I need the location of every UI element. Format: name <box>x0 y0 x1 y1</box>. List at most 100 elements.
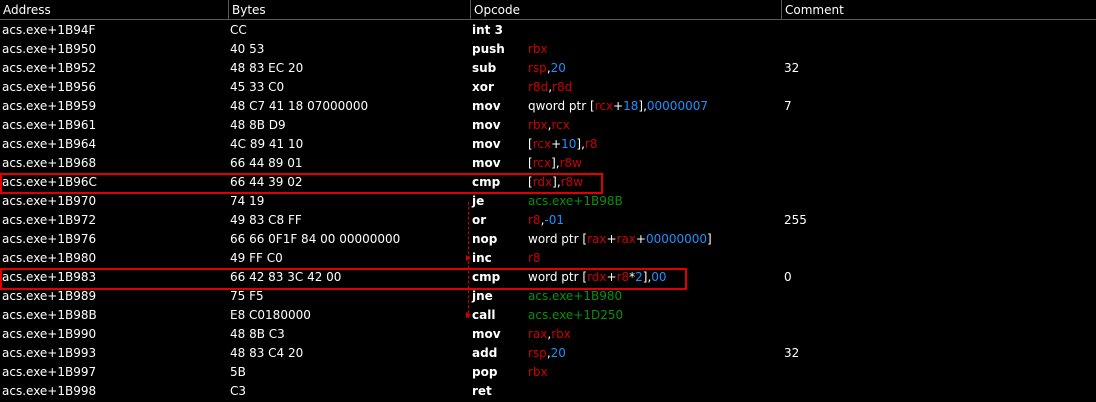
row-comment: 32 <box>784 346 800 360</box>
row-address: acs.exe+1B96C <box>2 175 97 189</box>
instruction-row[interactable]: acs.exe+1B993 48 83 C4 20 add rsp,20 32 <box>0 344 1096 363</box>
operand-reg: rax <box>528 327 548 341</box>
instruction-row[interactable]: acs.exe+1B998 C3 ret <box>0 382 1096 401</box>
row-bytes: 48 8B C3 <box>230 327 285 341</box>
operand-text: word ptr [ <box>528 232 588 246</box>
row-bytes: 48 8B D9 <box>230 118 286 132</box>
row-mnemonic: mov <box>472 137 501 151</box>
row-operands: rbx <box>528 363 548 382</box>
row-mnemonic: cmp <box>472 175 501 189</box>
row-mnemonic: mov <box>472 156 501 170</box>
row-operands: [rcx],r8w <box>528 154 582 173</box>
row-operands: [rcx+10],r8 <box>528 135 597 154</box>
instruction-row[interactable]: acs.exe+1B997 5B pop rbx <box>0 363 1096 382</box>
row-mnemonic: xor <box>472 80 494 94</box>
row-operands: acs.exe+1D250 <box>528 306 623 325</box>
row-mnemonic: call <box>472 308 496 322</box>
operand-reg: r8d <box>552 80 573 94</box>
operand-reg: rsp <box>528 346 547 360</box>
disassembler-view: Address Bytes Opcode Comment acs.exe+1B9… <box>0 0 1096 402</box>
row-bytes: C3 <box>230 384 247 398</box>
operand-reg: r8 <box>528 213 541 227</box>
instruction-row[interactable]: acs.exe+1B98B E8 C0180000 call acs.exe+1D25… <box>0 306 1096 325</box>
operand-num: 10 <box>561 137 577 151</box>
row-operands: acs.exe+1B98B <box>528 192 623 211</box>
row-address: acs.exe+1B968 <box>2 156 97 170</box>
row-operands: r8 <box>528 249 541 268</box>
operand-reg: rsp <box>528 61 547 75</box>
operand-text: + <box>613 99 624 113</box>
row-bytes: 48 C7 41 18 07000000 <box>230 99 369 113</box>
instruction-row[interactable]: acs.exe+1B950 40 53 push rbx <box>0 40 1096 59</box>
operand-reg: rbx <box>528 118 548 132</box>
row-bytes: E8 C0180000 <box>230 308 311 322</box>
instruction-row[interactable]: acs.exe+1B96C 66 44 39 02 cmp [rdx],r8w <box>0 173 1096 192</box>
row-address: acs.exe+1B983 <box>2 270 97 284</box>
operand-num: 20 <box>550 61 566 75</box>
jump-arrow-loop-target <box>466 255 471 261</box>
row-address: acs.exe+1B993 <box>2 346 97 360</box>
operand-text: ], <box>551 156 560 170</box>
row-bytes: 66 44 89 01 <box>230 156 303 170</box>
instruction-row[interactable]: acs.exe+1B972 49 83 C8 FF or r8,-01 255 <box>0 211 1096 230</box>
row-operands: rax,rbx <box>528 325 571 344</box>
row-address: acs.exe+1B972 <box>2 213 97 227</box>
operand-reg: r8 <box>528 251 541 265</box>
row-mnemonic: jne <box>472 289 493 303</box>
instruction-row[interactable]: acs.exe+1B980 49 FF C0 inc r8 <box>0 249 1096 268</box>
header-bytes[interactable]: Bytes <box>228 0 470 20</box>
row-bytes: 66 66 0F1F 84 00 00000000 <box>230 232 401 246</box>
instruction-row[interactable]: acs.exe+1B989 75 F5 jne acs.exe+1B980 <box>0 287 1096 306</box>
row-operands: [rdx],r8w <box>528 173 583 192</box>
operand-text: + <box>606 232 617 246</box>
instruction-row[interactable]: acs.exe+1B956 45 33 C0 xor r8d,r8d <box>0 78 1096 97</box>
row-bytes: 45 33 C0 <box>230 80 285 94</box>
instruction-row[interactable]: acs.exe+1B94F CC int 3 <box>0 21 1096 40</box>
row-bytes: 40 53 <box>230 42 265 56</box>
row-comment: 0 <box>784 270 792 284</box>
instruction-row[interactable]: acs.exe+1B952 48 83 EC 20 sub rsp,20 32 <box>0 59 1096 78</box>
operand-num: 20 <box>550 346 566 360</box>
row-bytes: 48 83 C4 20 <box>230 346 304 360</box>
instruction-row[interactable]: acs.exe+1B968 66 44 89 01 mov [rcx],r8w <box>0 154 1096 173</box>
row-mnemonic: cmp <box>472 270 501 284</box>
row-comment: 32 <box>784 61 800 75</box>
operand-reg: rax <box>587 232 607 246</box>
operand-reg: r8w <box>560 175 584 189</box>
row-mnemonic: mov <box>472 118 501 132</box>
operand-text: + <box>551 137 562 151</box>
row-address: acs.exe+1B964 <box>2 137 97 151</box>
operand-text: + <box>606 270 617 284</box>
instruction-row[interactable]: acs.exe+1B970 74 19 je acs.exe+1B98B <box>0 192 1096 211</box>
operand-num: -01 <box>544 213 565 227</box>
header-opcode[interactable]: Opcode <box>470 0 781 20</box>
row-bytes: 5B <box>230 365 246 379</box>
instruction-row[interactable]: acs.exe+1B976 66 66 0F1F 84 00 00000000 no… <box>0 230 1096 249</box>
row-mnemonic: nop <box>472 232 498 246</box>
instruction-row[interactable]: acs.exe+1B983 66 42 83 3C 42 00 cmp word pt… <box>0 268 1096 287</box>
operand-addr: acs.exe+1D250 <box>528 308 624 322</box>
instruction-row[interactable]: acs.exe+1B964 4C 89 41 10 mov [rcx+10],r8 <box>0 135 1096 154</box>
instruction-row[interactable]: acs.exe+1B961 48 8B D9 mov rbx,rcx <box>0 116 1096 135</box>
row-mnemonic: add <box>472 346 498 360</box>
instruction-list[interactable]: acs.exe+1B94F CC int 3 acs.exe+1B950 40 53 pu… <box>0 21 1096 402</box>
header-comment[interactable]: Comment <box>781 0 1096 20</box>
row-bytes: CC <box>230 23 247 37</box>
row-mnemonic: mov <box>472 327 501 341</box>
row-address: acs.exe+1B950 <box>2 42 97 56</box>
instruction-row[interactable]: acs.exe+1B990 48 8B C3 mov rax,rbx <box>0 325 1096 344</box>
operand-reg: rcx <box>532 137 552 151</box>
row-mnemonic: je <box>472 194 485 208</box>
operand-reg: r8w <box>559 156 582 170</box>
row-address: acs.exe+1B998 <box>2 384 97 398</box>
row-mnemonic: push <box>472 42 505 56</box>
operand-reg: rcx <box>594 99 614 113</box>
header-address[interactable]: Address <box>0 0 228 20</box>
operand-text: ], <box>638 99 647 113</box>
row-address: acs.exe+1B959 <box>2 99 97 113</box>
row-comment: 7 <box>784 99 792 113</box>
row-operands: rbx <box>528 40 548 59</box>
operand-text: qword ptr [ <box>528 99 595 113</box>
operand-text: ], <box>552 175 561 189</box>
instruction-row[interactable]: acs.exe+1B959 48 C7 41 18 07000000 mov qwor… <box>0 97 1096 116</box>
